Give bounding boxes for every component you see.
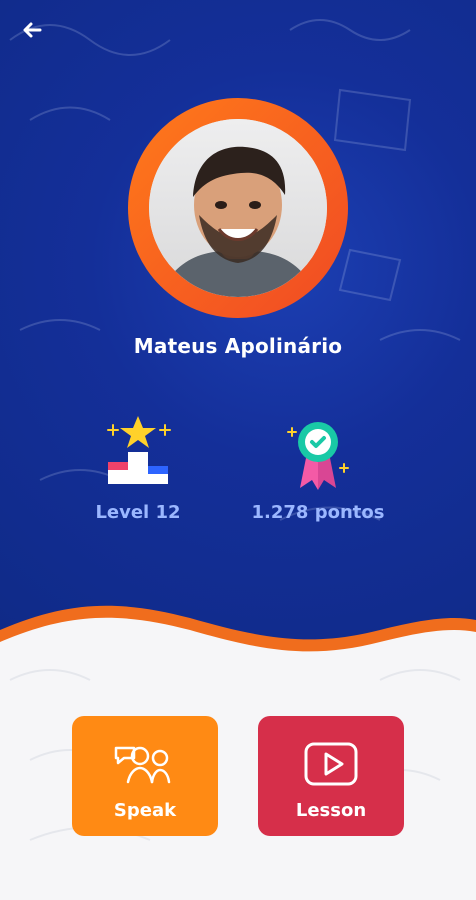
level-label: Level 12: [95, 502, 181, 523]
points-label: 1.278 pontos: [251, 502, 385, 523]
lesson-label: Lesson: [295, 800, 367, 821]
avatar-ring: [128, 98, 348, 318]
lesson-button[interactable]: Lesson: [258, 716, 404, 836]
profile-name: Mateus Apolinário: [133, 334, 343, 358]
profile-screen: Mateus Apolinário Level 12 1.278 pontos …: [0, 0, 476, 900]
points-stat: 1.278 pontos: [228, 408, 408, 523]
award-badge-icon: [278, 408, 358, 494]
back-arrow-icon: [20, 18, 44, 46]
people-chat-icon: [110, 738, 180, 790]
back-button[interactable]: [16, 16, 48, 48]
level-stat: Level 12: [48, 408, 228, 523]
speak-button[interactable]: Speak: [72, 716, 218, 836]
video-play-icon: [296, 738, 366, 790]
avatar-photo: [149, 119, 327, 297]
speak-label: Speak: [113, 800, 177, 821]
avatar: [149, 119, 327, 297]
podium-star-icon: [98, 408, 178, 494]
